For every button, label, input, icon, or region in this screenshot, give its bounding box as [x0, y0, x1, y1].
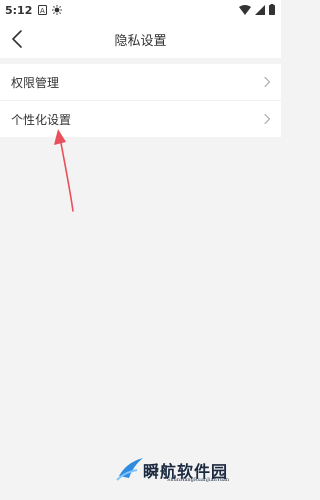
app-bar: 隐私设置 [0, 20, 281, 58]
svg-text:A: A [40, 7, 45, 15]
chevron-right-icon [264, 113, 271, 125]
sim-card-icon: A [38, 5, 48, 15]
chevron-right-icon [264, 76, 271, 88]
watermark-logo-icon [116, 458, 143, 481]
settings-item-permissions[interactable]: 权限管理 [0, 64, 281, 100]
status-time: 5:12 [5, 3, 33, 17]
wifi-icon [239, 4, 251, 15]
settings-list: 权限管理 个性化设置 [0, 64, 281, 137]
status-bar: 5:12 A [0, 0, 281, 20]
brightness-icon [52, 5, 63, 15]
battery-icon [269, 4, 275, 15]
settings-item-personalization[interactable]: 个性化设置 [0, 100, 281, 137]
signal-icon [255, 4, 265, 15]
settings-item-label: 权限管理 [11, 75, 60, 90]
settings-item-label: 个性化设置 [11, 112, 72, 127]
watermark: 瞬航软件园 ShunHangRuanJianYuan [111, 446, 271, 490]
page-title: 隐私设置 [114, 34, 167, 49]
watermark-subtitle: ShunHangRuanJianYuan [167, 477, 230, 483]
